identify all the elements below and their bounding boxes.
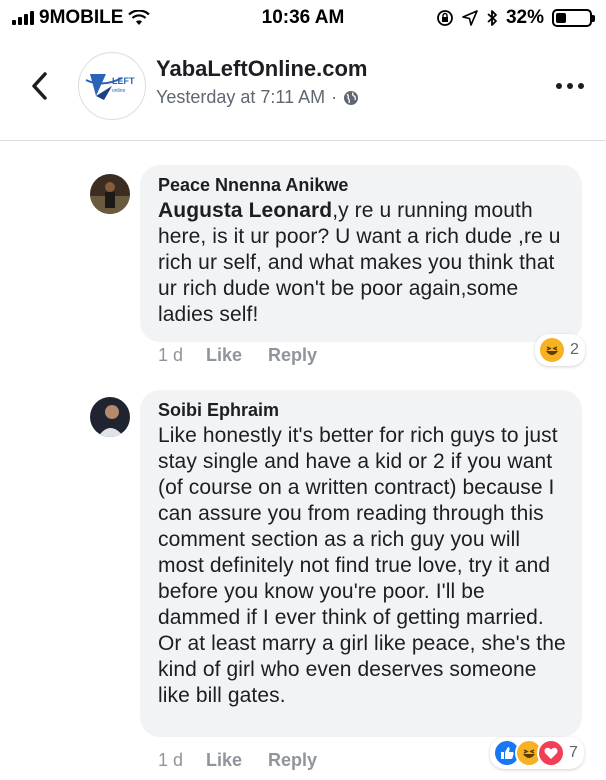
yabaleft-logo-icon: LEFT online (85, 74, 135, 100)
carrier-name: 9MOBILE (39, 7, 124, 28)
comment-author[interactable]: Peace Nnenna Anikwe (158, 175, 566, 196)
svg-text:LEFT: LEFT (112, 76, 135, 86)
reply-link[interactable]: Reply (268, 345, 317, 366)
comment-actions: 1 d Like Reply (158, 345, 343, 366)
battery-percent: 32% (505, 7, 544, 28)
user-photo-icon (90, 174, 130, 214)
post-meta: Yesterday at 7:11 AM · (156, 87, 359, 108)
signal-icon (12, 11, 34, 25)
mention-link[interactable]: Augusta Leonard (158, 199, 332, 222)
battery-icon (552, 9, 595, 27)
status-bar: 9MOBILE 10:36 AM 32% (0, 0, 606, 36)
status-right: 32% (436, 7, 606, 29)
comment-text: Like honestly it's better for rich guys … (158, 424, 566, 707)
rotation-lock-icon (437, 10, 453, 26)
comment-bubble[interactable]: Soibi Ephraim Like honestly it's better … (140, 390, 582, 737)
comment-author[interactable]: Soibi Ephraim (158, 400, 566, 421)
comment-time: 1 d (158, 345, 184, 365)
back-button[interactable] (22, 66, 56, 106)
meta-separator: · (331, 87, 338, 107)
reaction-summary[interactable]: 2 (535, 334, 585, 366)
more-options-button[interactable] (556, 76, 584, 96)
page-name[interactable]: YabaLeftOnline.com (156, 56, 368, 82)
love-icon (537, 739, 565, 767)
svg-text:online: online (112, 88, 126, 94)
post-timestamp[interactable]: Yesterday at 7:11 AM (156, 87, 325, 108)
like-link[interactable]: Like (206, 750, 242, 771)
reaction-count: 2 (570, 341, 579, 358)
reaction-summary[interactable]: 7 (490, 737, 584, 769)
bluetooth-icon (487, 10, 497, 26)
comment-actions: 1 d Like Reply (158, 750, 343, 771)
haha-icon (538, 336, 566, 364)
wifi-icon (128, 10, 151, 25)
location-arrow-icon (462, 10, 478, 26)
reply-link[interactable]: Reply (268, 750, 317, 771)
comment-text: Augusta Leonard,y re u running mouth her… (158, 198, 566, 328)
chevron-left-icon (32, 72, 47, 100)
like-link[interactable]: Like (206, 345, 242, 366)
avatar[interactable] (90, 397, 130, 437)
post-header: LEFT online YabaLeftOnline.com Yesterday… (0, 36, 606, 141)
comment-time: 1 d (158, 750, 184, 770)
reaction-count: 7 (569, 744, 578, 761)
status-left: 9MOBILE (0, 7, 151, 29)
user-photo-icon (90, 397, 130, 437)
battery-fill (556, 13, 567, 23)
comment-bubble[interactable]: Peace Nnenna Anikwe Augusta Leonard,y re… (140, 165, 582, 342)
globe-icon (344, 90, 359, 105)
avatar[interactable] (90, 174, 130, 214)
page-avatar[interactable]: LEFT online (78, 52, 146, 120)
